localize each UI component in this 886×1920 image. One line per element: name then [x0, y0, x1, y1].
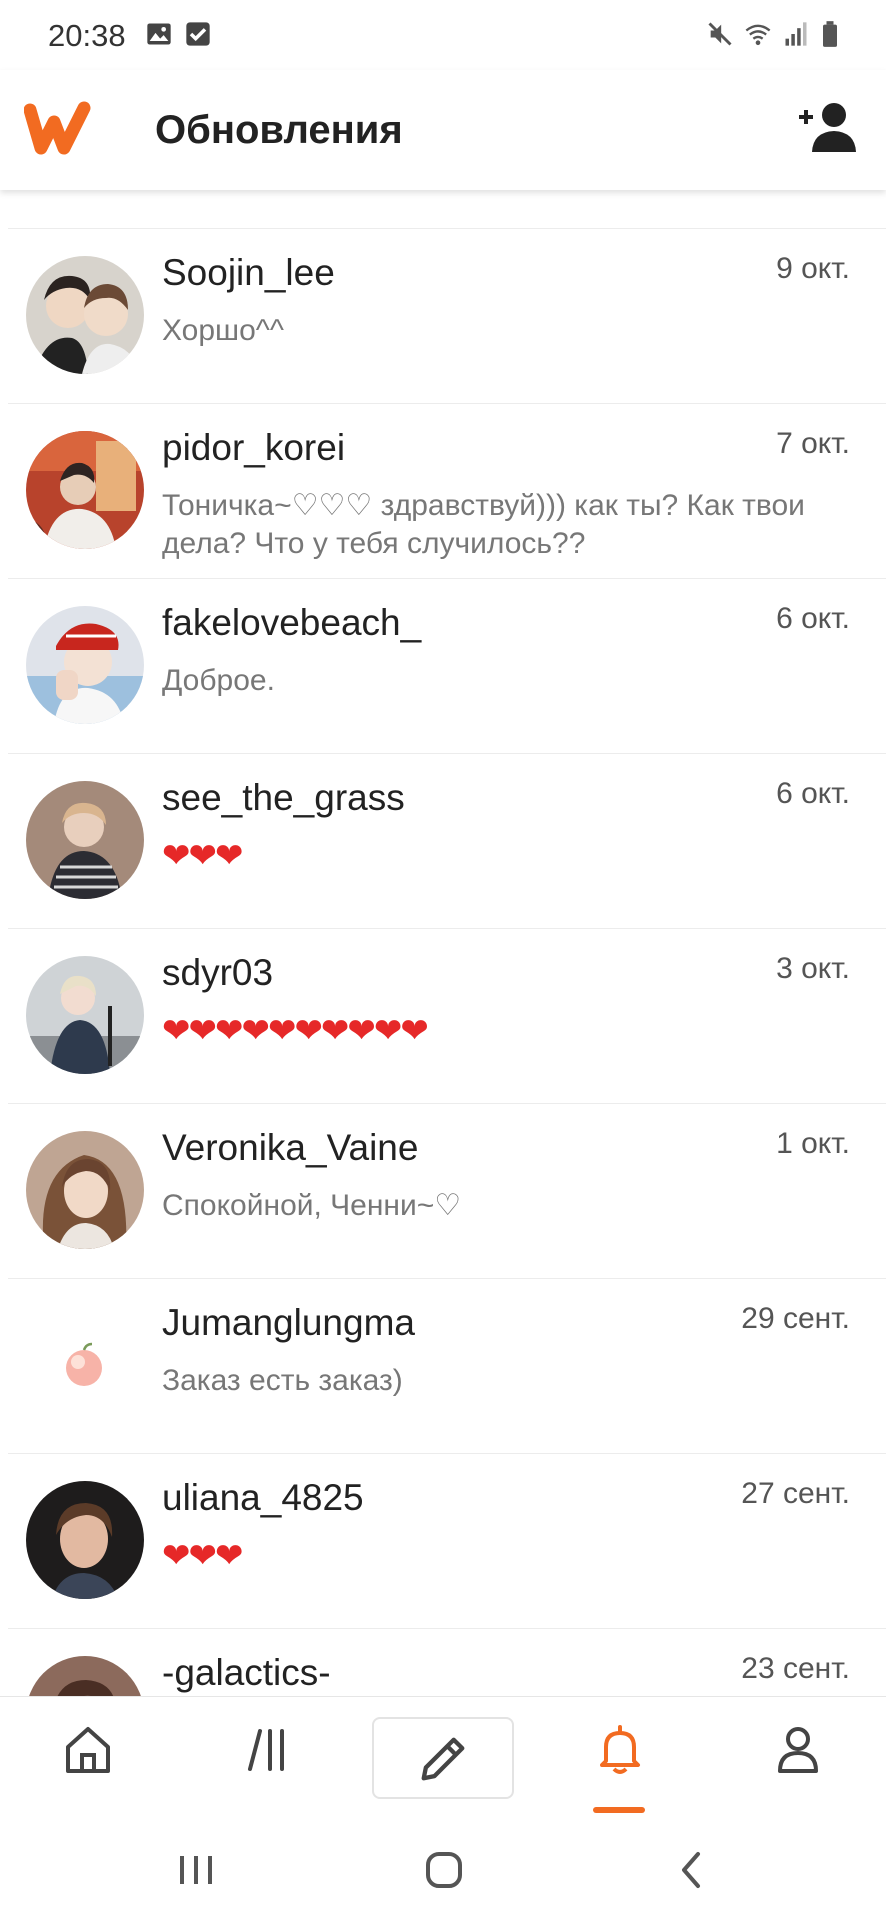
status-time: 20:38	[48, 18, 126, 53]
username: pidor_korei	[162, 427, 346, 468]
app-bar: Обновления	[0, 70, 886, 190]
list-item[interactable]: Soojin_lee 9 окт. Хоршо^^	[0, 228, 886, 403]
checkbox-icon	[186, 22, 210, 46]
bottom-nav	[0, 1696, 886, 1820]
avatar	[26, 606, 144, 724]
message-preview: ❤❤❤❤❤❤❤❤❤❤	[162, 1012, 429, 1050]
message-preview: ❤❤❤	[162, 1537, 243, 1575]
add-user-icon[interactable]	[796, 100, 858, 154]
message-date: 7 окт.	[776, 427, 850, 460]
avatar	[26, 1131, 144, 1249]
list-item[interactable]: see_the_grass 6 окт. ❤❤❤	[0, 753, 886, 928]
home-icon	[66, 1727, 110, 1773]
nav-write[interactable]	[372, 1717, 514, 1799]
message-preview: Тоничка~♡♡♡ здравствуй))) как ты? Как тв…	[162, 489, 805, 560]
nav-profile[interactable]	[758, 1721, 838, 1801]
username: fakelovebeach_	[162, 602, 422, 643]
message-date: 6 окт.	[776, 777, 850, 810]
message-preview: Хоршо^^	[162, 314, 284, 347]
recent-apps-icon	[180, 1856, 212, 1884]
avatar	[26, 956, 144, 1074]
message-date: 6 окт.	[776, 602, 850, 635]
message-date: 3 окт.	[776, 952, 850, 985]
active-tab-indicator	[593, 1807, 645, 1813]
gallery-icon	[147, 23, 171, 45]
profile-icon	[778, 1727, 818, 1773]
list-item[interactable]: pidor_korei 7 окт. Тоничка~♡♡♡ здравству…	[0, 403, 886, 578]
divider	[8, 403, 886, 404]
divider	[8, 578, 886, 579]
avatar	[26, 431, 144, 549]
nav-library[interactable]	[228, 1721, 308, 1801]
list-item[interactable]: uliana_4825 27 сент. ❤❤❤	[0, 1453, 886, 1628]
divider	[8, 1278, 886, 1279]
home-circle-icon	[426, 1852, 462, 1888]
message-preview: ❤❤❤	[162, 837, 243, 875]
username: Soojin_lee	[162, 252, 335, 293]
username: uliana_4825	[162, 1477, 364, 1518]
divider	[8, 753, 886, 754]
avatar	[26, 1306, 144, 1424]
message-preview: Спокойной, Ченни~♡	[162, 1189, 462, 1222]
divider	[8, 1103, 886, 1104]
system-nav	[0, 1820, 886, 1920]
recent-apps-button[interactable]	[166, 1842, 226, 1898]
message-preview: Заказ есть заказ)	[162, 1364, 403, 1397]
back-button[interactable]	[662, 1842, 722, 1898]
message-date: 23 сент.	[741, 1652, 850, 1685]
wattpad-logo-icon[interactable]	[24, 98, 94, 156]
avatar	[26, 1656, 144, 1696]
username: -galactics-	[162, 1652, 331, 1693]
divider	[8, 928, 886, 929]
message-date: 9 окт.	[776, 252, 850, 285]
message-date: 1 окт.	[776, 1127, 850, 1160]
list-item[interactable]: sdyr03 3 окт. ❤❤❤❤❤❤❤❤❤❤	[0, 928, 886, 1103]
avatar	[26, 256, 144, 374]
nav-home[interactable]	[48, 1721, 128, 1801]
divider	[8, 1628, 886, 1629]
wifi-icon	[745, 24, 771, 46]
signal-icon	[785, 22, 807, 46]
list-item[interactable]: fakelovebeach_ 6 окт. Доброе.	[0, 578, 886, 753]
username: see_the_grass	[162, 777, 405, 818]
message-date: 27 сент.	[741, 1477, 850, 1510]
avatar	[26, 781, 144, 899]
list-item[interactable]: Veronika_Vaine 1 окт. Спокойной, Ченни~♡	[0, 1103, 886, 1278]
username: Veronika_Vaine	[162, 1127, 419, 1168]
home-button[interactable]	[414, 1842, 474, 1898]
battery-icon	[823, 21, 837, 47]
library-icon	[248, 1729, 284, 1771]
bell-icon	[600, 1725, 640, 1774]
message-date: 29 сент.	[741, 1302, 850, 1335]
divider	[8, 1453, 886, 1454]
avatar	[26, 1481, 144, 1599]
username: Jumanglungma	[162, 1302, 415, 1343]
back-icon	[682, 1852, 700, 1888]
list-item[interactable]: -galactics- 23 сент.	[0, 1628, 886, 1696]
divider	[8, 228, 886, 229]
message-list[interactable]: Soojin_lee 9 окт. Хоршо^^ pidor_korei 7 …	[0, 190, 886, 1696]
mute-icon	[708, 22, 732, 46]
nav-notifications[interactable]	[580, 1721, 660, 1801]
page-title: Обновления	[155, 108, 403, 152]
message-preview: Доброе.	[162, 664, 275, 697]
status-bar: 20:38	[0, 0, 886, 70]
pencil-icon	[421, 1737, 465, 1781]
list-item[interactable]: Jumanglungma 29 сент. Заказ есть заказ)	[0, 1278, 886, 1453]
username: sdyr03	[162, 952, 274, 993]
